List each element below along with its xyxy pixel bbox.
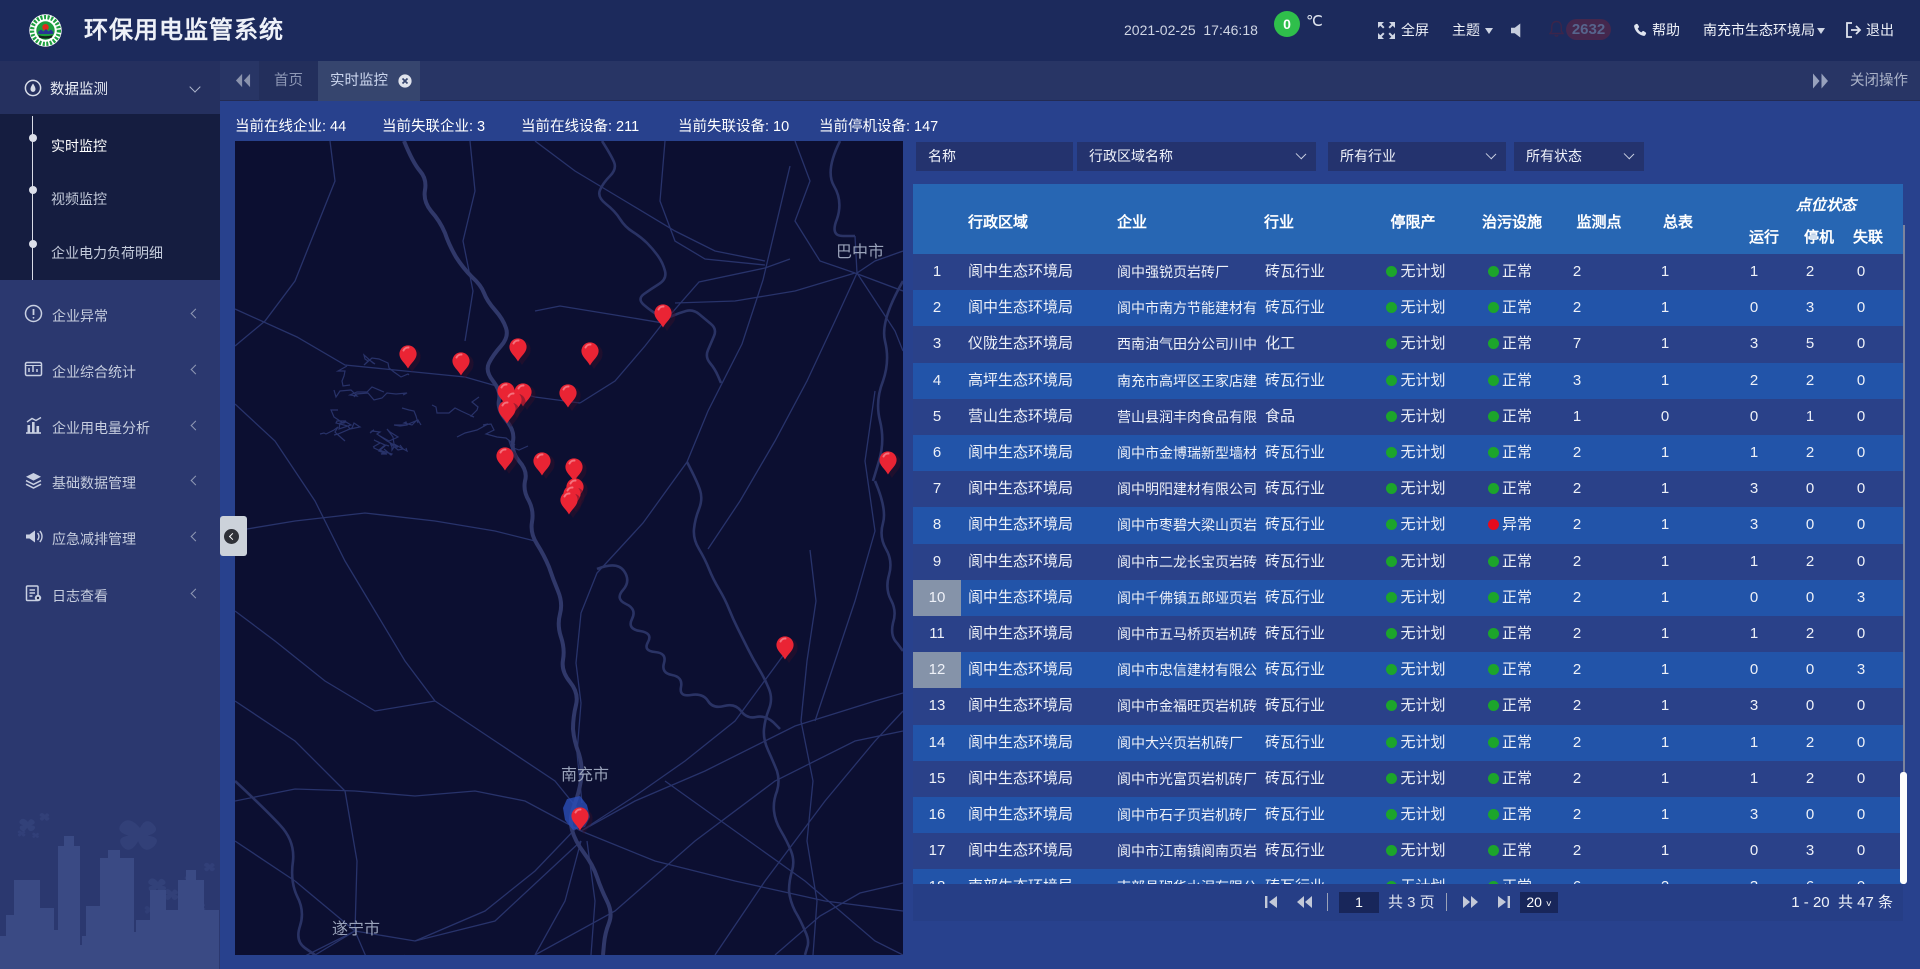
svg-text:南充市: 南充市 (561, 766, 609, 784)
svg-text:巴中市: 巴中市 (836, 243, 884, 261)
svg-text:遂宁市: 遂宁市 (332, 920, 380, 938)
